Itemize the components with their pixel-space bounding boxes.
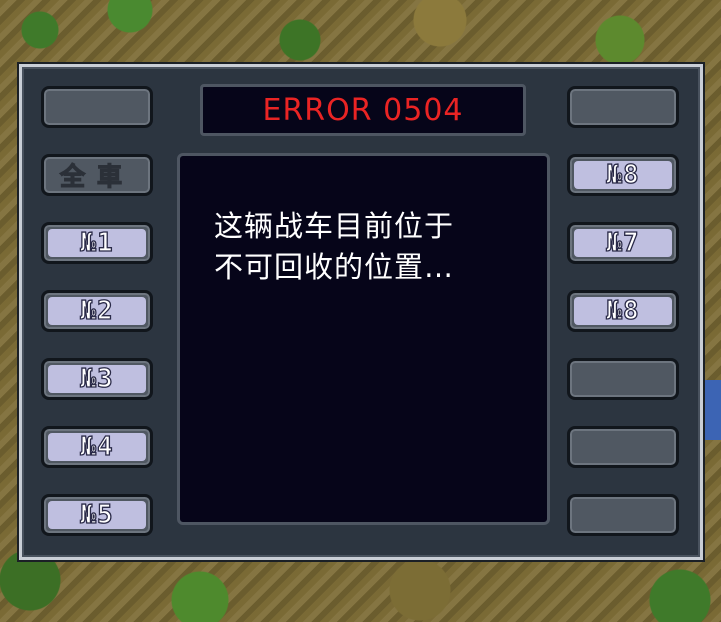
all-vehicles-label: 全車 — [59, 161, 134, 191]
vehicle-2-label: №2 — [48, 295, 146, 327]
right-slot-empty[interactable] — [567, 86, 679, 128]
message-line-1: 这辆战车目前位于 — [214, 209, 455, 243]
vehicle-4-button[interactable]: №4 — [41, 426, 153, 468]
vehicle-3-label: №3 — [48, 363, 146, 395]
vehicle-7-button[interactable]: №7 — [567, 222, 679, 264]
error-title: ERROR 0504 — [200, 84, 526, 136]
vehicle-5-button[interactable]: №5 — [41, 494, 153, 536]
vehicle-3-button[interactable]: №3 — [41, 358, 153, 400]
vehicle-8b-button[interactable]: №8 — [567, 290, 679, 332]
vehicle-8b-label: №8 — [574, 295, 672, 327]
vehicle-7-label: №7 — [574, 227, 672, 259]
vehicle-2-button[interactable]: №2 — [41, 290, 153, 332]
water-tile — [700, 380, 721, 440]
right-slot-empty[interactable] — [567, 494, 679, 536]
vehicle-select-window: 全車 №1 №2 №3 №4 №5 ERROR 0504 这辆战车目前位于 不可… — [17, 62, 705, 562]
error-message: 这辆战车目前位于 不可回收的位置… — [214, 206, 534, 288]
vehicle-8-button[interactable]: №8 — [567, 154, 679, 196]
all-vehicles-button[interactable]: 全車 — [41, 154, 153, 196]
vehicle-1-label: №1 — [48, 227, 146, 259]
message-panel: 这辆战车目前位于 不可回收的位置… — [177, 153, 550, 525]
vehicle-5-label: №5 — [48, 499, 146, 531]
vehicle-1-button[interactable]: №1 — [41, 222, 153, 264]
left-slot-empty[interactable] — [41, 86, 153, 128]
vehicle-4-label: №4 — [48, 431, 146, 463]
vehicle-8-label: №8 — [574, 159, 672, 191]
message-line-2: 不可回收的位置… — [214, 250, 455, 284]
right-slot-empty[interactable] — [567, 358, 679, 400]
right-slot-empty[interactable] — [567, 426, 679, 468]
